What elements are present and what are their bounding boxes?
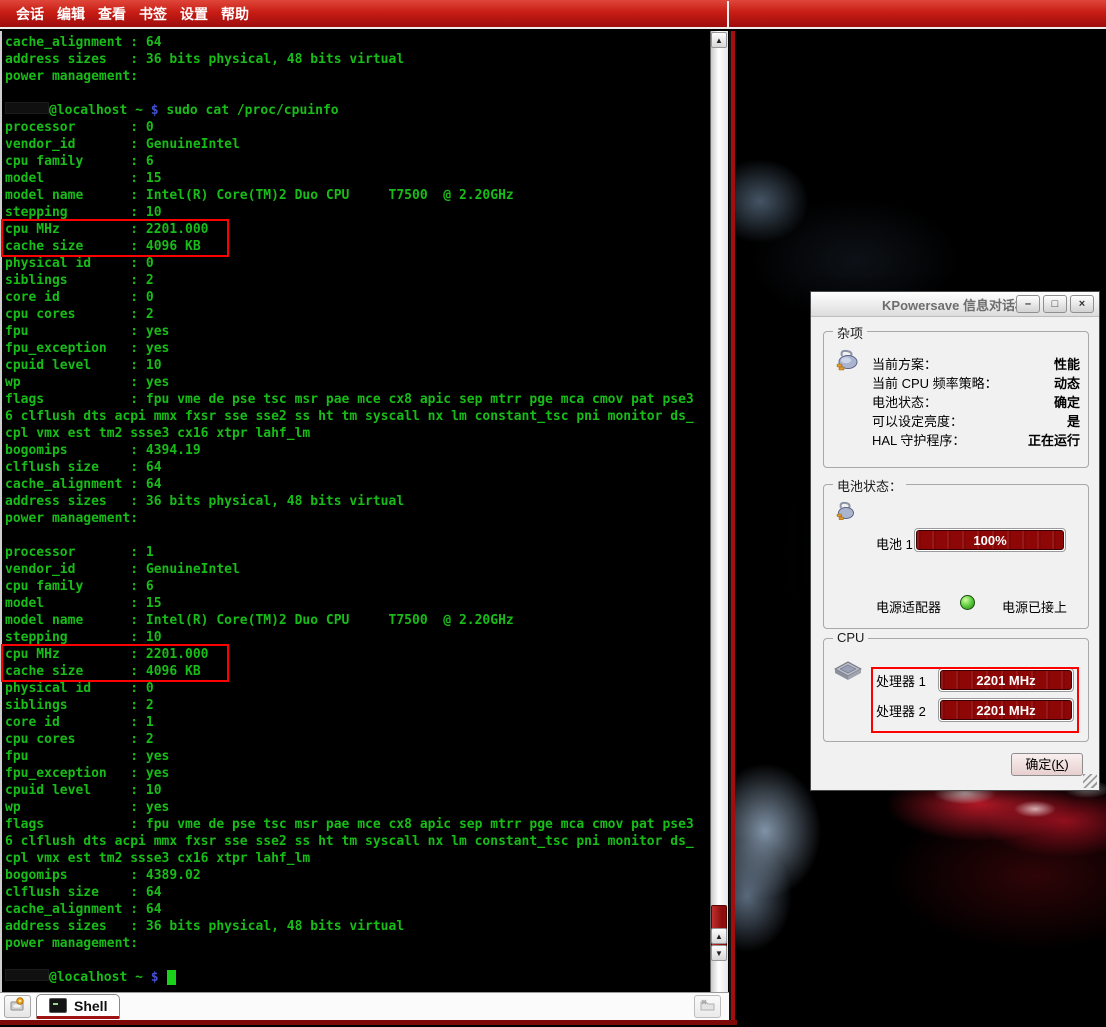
terminal-window-bottom-border [0,1020,737,1025]
menu-item[interactable]: 帮助 [221,4,249,24]
power-plug-icon [834,501,858,528]
battery-group: 电池状态： 电池 1 100% 电源适配器 电源已接上 [823,484,1089,629]
cpu-frequency-highlight-box [871,667,1079,733]
cpu-mhz-highlight-box-1 [1,219,229,257]
ok-button[interactable]: 确定(K) [1011,753,1083,776]
redacted-username [5,102,49,114]
battery-group-legend: 电池状态： [833,476,906,495]
new-session-icon [9,996,26,1017]
menu-item[interactable]: 会话 [16,4,44,24]
info-value: 正在运行 [1028,430,1080,449]
menu-item[interactable]: 设置 [180,4,208,24]
scroll-up-icon[interactable]: ▲ [711,32,727,48]
menu-item[interactable]: 查看 [98,4,126,24]
info-row: 当前方案： 性能 [872,354,1080,373]
power-plug-icon [834,348,862,377]
battery-progress-bar: 100% [914,528,1066,552]
redacted-username [5,969,49,981]
info-row: 电池状态： 确定 [872,392,1080,411]
detach-session-button[interactable] [694,995,721,1018]
shell-tab-label: Shell [74,998,107,1014]
info-label: 当前方案： [872,354,937,373]
menu-item[interactable]: 编辑 [57,4,85,24]
info-label: 电池状态： [872,392,937,411]
power-adapter-led-icon [960,595,975,610]
minimize-button[interactable]: – [1016,295,1040,313]
shell-terminal-icon [49,998,67,1013]
dialog-window-buttons: – □ × [1016,295,1094,313]
info-value: 确定 [1054,392,1080,411]
info-label: HAL 守护程序： [872,430,965,449]
terminal-menubar: 会话编辑查看书签设置帮助 [0,0,1106,29]
info-row: 当前 CPU 频率策略： 动态 [872,373,1080,392]
misc-group-legend: 杂项 [833,323,867,342]
terminal-cursor [167,970,176,985]
info-value: 性能 [1054,354,1080,373]
power-adapter-status: 电源已接上 [1002,597,1067,616]
terminal-window-right-border [729,31,735,1022]
close-button[interactable]: × [1070,295,1094,313]
info-row: HAL 守护程序： 正在运行 [872,430,1080,449]
power-adapter-label: 电源适配器 [876,597,941,616]
tab-shell[interactable]: Shell [36,994,120,1019]
window-frame-separator [727,1,729,28]
battery-percent: 100% [916,530,1064,550]
terminal-output[interactable]: cache_alignment : 64address sizes : 36 b… [5,34,709,986]
misc-rows: 当前方案：性能当前 CPU 频率策略：动态电池状态：确定可以设定亮度：是HAL … [872,354,1080,449]
cpu-mhz-highlight-box-2 [1,644,229,682]
terminal-window[interactable]: cache_alignment : 64address sizes : 36 b… [0,31,729,992]
new-session-button[interactable] [4,995,31,1018]
resize-grip[interactable] [1083,774,1097,788]
battery-1-label: 电池 1 [876,534,913,553]
screen: 会话编辑查看书签设置帮助 cache_alignment : 64address… [0,0,1106,1027]
info-value: 动态 [1054,373,1080,392]
kpowersave-dialog: KPowersave 信息对话框 – □ × 杂项 当前方案：性能当前 CPU … [810,291,1100,791]
maximize-button[interactable]: □ [1043,295,1067,313]
session-tabbar: Shell [0,992,729,1020]
info-label: 当前 CPU 频率策略： [872,373,998,392]
cpu-chip-icon [834,661,862,686]
cpu-group-legend: CPU [833,630,868,645]
scroll-up-icon[interactable]: ▲ [711,928,727,944]
menu-item[interactable]: 书签 [139,4,167,24]
info-value: 是 [1067,411,1080,430]
info-row: 可以设定亮度： 是 [872,411,1080,430]
terminal-scrollbar[interactable]: ▲ ▲ ▼ [710,31,728,992]
scroll-down-icon[interactable]: ▼ [711,945,727,961]
detach-session-icon [699,997,716,1017]
info-label: 可以设定亮度： [872,411,963,430]
misc-group: 杂项 当前方案：性能当前 CPU 频率策略：动态电池状态：确定可以设定亮度：是H… [823,331,1089,468]
